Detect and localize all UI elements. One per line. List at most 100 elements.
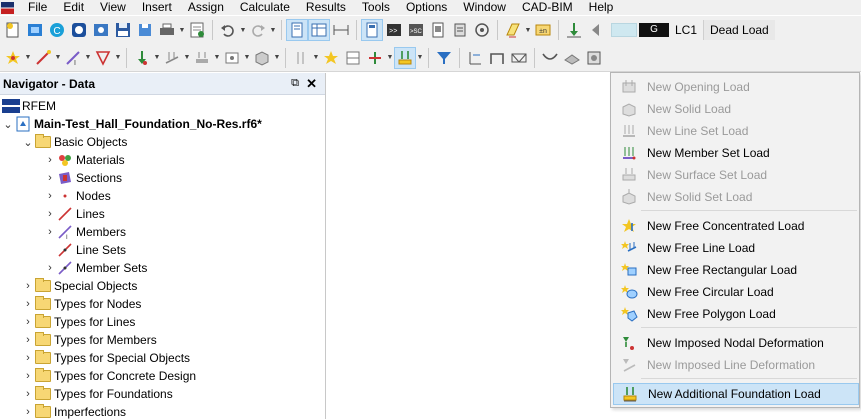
menu-view[interactable]: View — [92, 0, 134, 15]
navigator-toggle-button[interactable] — [286, 19, 308, 41]
dimension-button[interactable] — [330, 19, 352, 41]
collapse-chevron-icon[interactable]: ⌄ — [22, 133, 34, 151]
line-load-dropdown-arrow-icon[interactable]: ▼ — [183, 47, 191, 69]
filter-button[interactable] — [433, 47, 455, 69]
collapse-chevron-icon[interactable]: ⌄ — [2, 115, 14, 133]
tree-item-lines[interactable]: › Lines — [44, 205, 105, 223]
new-model-button[interactable] — [2, 19, 24, 41]
menu-item-new-additional-foundation-load[interactable]: New Additional Foundation Load — [613, 383, 859, 405]
expand-chevron-icon[interactable]: › — [44, 205, 56, 223]
load-case-tools-button[interactable]: ±n — [532, 19, 554, 41]
close-icon[interactable]: ✕ — [306, 76, 317, 92]
tree-root-rfem[interactable]: RFEM — [2, 97, 56, 115]
solid-view-button[interactable] — [583, 47, 605, 69]
menu-options[interactable]: Options — [398, 0, 455, 15]
member-dropdown-arrow-icon[interactable]: ▼ — [84, 47, 92, 69]
new-line-button[interactable] — [32, 47, 54, 69]
section-view-button[interactable] — [464, 47, 486, 69]
tree-item-nodes[interactable]: › Nodes — [44, 187, 111, 205]
script-button[interactable]: >SC — [405, 19, 427, 41]
redo-dropdown-arrow-icon[interactable]: ▼ — [269, 19, 277, 41]
menu-help[interactable]: Help — [581, 0, 622, 15]
webservice-button[interactable] — [90, 19, 112, 41]
new-foundation-load-button[interactable] — [394, 46, 416, 69]
tree-basic-objects[interactable]: ⌄ Basic Objects — [22, 133, 127, 151]
tree-folder-special-objects[interactable]: › Special Objects — [22, 277, 137, 295]
menu-file[interactable]: File — [20, 0, 55, 15]
menu-results[interactable]: Results — [298, 0, 354, 15]
tree-folder-imperfections[interactable]: › Imperfections — [22, 403, 126, 419]
new-set-load-button[interactable] — [342, 47, 364, 69]
expand-chevron-icon[interactable]: › — [44, 223, 56, 241]
print-dropdown-arrow-icon[interactable]: ▼ — [178, 19, 186, 41]
new-free-load-button[interactable] — [320, 47, 342, 69]
save-as-button[interactable] — [134, 19, 156, 41]
deformation-view-button[interactable] — [539, 47, 561, 69]
model-view-button[interactable] — [427, 19, 449, 41]
tree-folder-types-for-members[interactable]: › Types for Members — [22, 331, 157, 349]
menu-item-new-free-rectangular-load[interactable]: New Free Rectangular Load — [613, 259, 859, 281]
expand-chevron-icon[interactable]: › — [44, 169, 56, 187]
imposed-deformation-dropdown-arrow-icon[interactable]: ▼ — [312, 47, 320, 69]
tree-item-sections[interactable]: › Sections — [44, 169, 122, 187]
menu-item-new-free-polygon-load[interactable]: New Free Polygon Load — [613, 303, 859, 325]
menu-tools[interactable]: Tools — [354, 0, 398, 15]
tree-folder-types-for-lines[interactable]: › Types for Lines — [22, 313, 135, 331]
menu-window[interactable]: Window — [455, 0, 514, 15]
expand-chevron-icon[interactable]: › — [22, 313, 34, 331]
tree-item-materials[interactable]: › Materials — [44, 151, 125, 169]
expand-chevron-icon[interactable]: › — [44, 187, 56, 205]
new-coordinate-load-button[interactable] — [364, 47, 386, 69]
load-case-navigation-button[interactable] — [563, 19, 585, 41]
new-node-button[interactable] — [2, 47, 24, 69]
pin-icon[interactable]: ⧉ — [291, 77, 299, 90]
coordinate-load-dropdown-arrow-icon[interactable]: ▼ — [386, 47, 394, 69]
expand-chevron-icon[interactable]: › — [22, 385, 34, 403]
web-services-button[interactable] — [471, 19, 493, 41]
expand-chevron-icon[interactable]: › — [22, 349, 34, 367]
menu-edit[interactable]: Edit — [55, 0, 92, 15]
nodal-load-dropdown-arrow-icon[interactable]: ▼ — [153, 47, 161, 69]
open-button[interactable] — [24, 19, 46, 41]
load-case-prev-button[interactable] — [585, 19, 607, 41]
new-nodal-load-button[interactable] — [131, 47, 153, 69]
menu-insert[interactable]: Insert — [134, 0, 180, 15]
expand-chevron-icon[interactable]: › — [22, 277, 34, 295]
menu-cad-bim[interactable]: CAD-BIM — [514, 0, 581, 15]
new-member-load-button[interactable] — [191, 47, 213, 69]
solid-load-dropdown-arrow-icon[interactable]: ▼ — [273, 47, 281, 69]
save-button[interactable] — [112, 19, 134, 41]
foundation-load-dropdown-arrow-icon[interactable]: ▼ — [416, 47, 424, 69]
tree-model-file[interactable]: ⌄ Main-Test_Hall_Foundation_No-Res.rf6* — [2, 115, 262, 133]
building-info-button[interactable] — [449, 19, 471, 41]
menu-item-new-solid-load[interactable]: New Solid Load — [613, 98, 859, 120]
menu-item-new-imposed-line-deformation[interactable]: New Imposed Line Deformation — [613, 354, 859, 376]
tree-item-member-sets[interactable]: › Member Sets — [44, 259, 147, 277]
expand-chevron-icon[interactable]: › — [22, 367, 34, 385]
member-load-dropdown-arrow-icon[interactable]: ▼ — [213, 47, 221, 69]
expand-chevron-icon[interactable]: › — [44, 259, 56, 277]
console-button[interactable]: >> — [383, 19, 405, 41]
new-surface-load-button[interactable] — [221, 47, 243, 69]
expand-chevron-icon[interactable]: › — [22, 403, 34, 419]
support-dropdown-arrow-icon[interactable]: ▼ — [114, 47, 122, 69]
truss-view-button[interactable] — [508, 47, 530, 69]
load-case-selector[interactable]: G LC1 Dead Load — [611, 20, 775, 40]
undo-button[interactable] — [217, 19, 239, 41]
menu-item-new-surface-set-load[interactable]: New Surface Set Load — [613, 164, 859, 186]
load-wizard-button[interactable] — [502, 19, 524, 41]
expand-chevron-icon[interactable]: › — [22, 295, 34, 313]
new-line-load-button[interactable] — [161, 47, 183, 69]
menu-item-new-free-line-load[interactable]: New Free Line Load — [613, 237, 859, 259]
tables-toggle-button[interactable] — [308, 19, 330, 41]
menu-item-new-free-circular-load[interactable]: New Free Circular Load — [613, 281, 859, 303]
tree-folder-types-for-special-objects[interactable]: › Types for Special Objects — [22, 349, 190, 367]
new-support-button[interactable] — [92, 47, 114, 69]
menu-item-new-free-concentrated-load[interactable]: New Free Concentrated Load — [613, 215, 859, 237]
redo-button[interactable] — [247, 19, 269, 41]
load-wizard-dropdown-arrow-icon[interactable]: ▼ — [524, 19, 532, 41]
menu-item-new-member-set-load[interactable]: New Member Set Load — [613, 142, 859, 164]
new-solid-load-button[interactable] — [251, 47, 273, 69]
new-member-button[interactable]: I — [62, 47, 84, 69]
menu-item-new-opening-load[interactable]: New Opening Load — [613, 76, 859, 98]
